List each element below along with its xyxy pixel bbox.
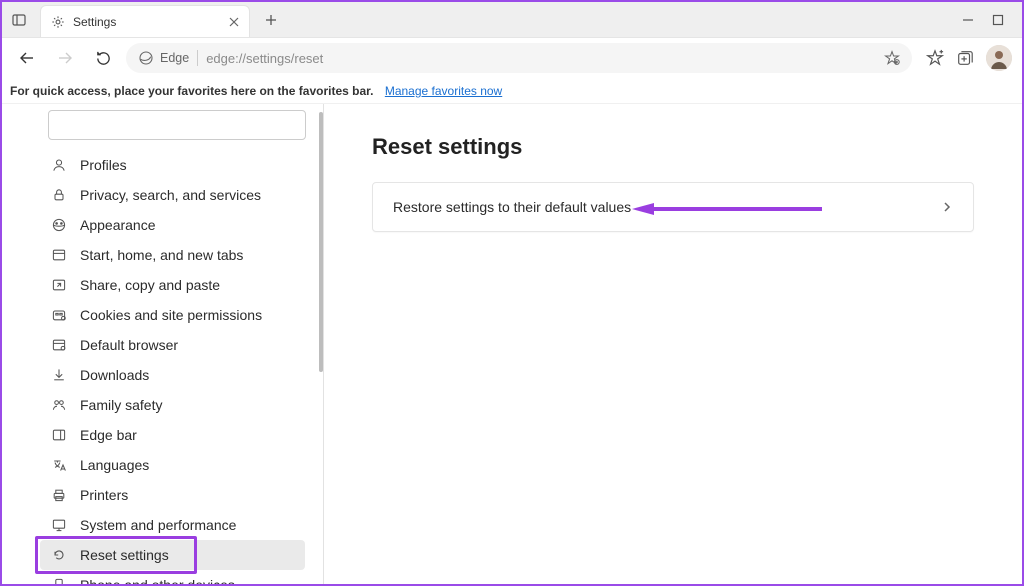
cookie-icon	[50, 306, 68, 324]
restore-defaults-label: Restore settings to their default values	[393, 199, 631, 215]
sidebar-item-label: Edge bar	[80, 427, 137, 443]
appearance-icon	[50, 216, 68, 234]
minimize-button[interactable]	[962, 14, 974, 26]
settings-nav-list: Profiles Privacy, search, and services App…	[40, 150, 305, 586]
browser-tab[interactable]: Settings	[40, 5, 250, 37]
tab-strip: Settings	[2, 2, 1022, 38]
phone-icon	[50, 576, 68, 586]
lock-icon	[50, 186, 68, 204]
sidebar-item-label: Profiles	[80, 157, 127, 173]
sidebar-scrollbar[interactable]	[319, 112, 323, 372]
favorites-icon[interactable]	[926, 49, 944, 67]
toolbar: Edge edge://settings/reset	[2, 38, 1022, 78]
profile-avatar[interactable]	[986, 45, 1012, 71]
settings-main: Reset settings Restore settings to their…	[324, 104, 1022, 584]
content-area: Profiles Privacy, search, and services App…	[2, 104, 1022, 584]
close-icon[interactable]	[229, 17, 239, 27]
restore-defaults-card[interactable]: Restore settings to their default values	[372, 182, 974, 232]
printer-icon	[50, 486, 68, 504]
address-url: edge://settings/reset	[206, 51, 876, 66]
sidebar-item-label: Default browser	[80, 337, 178, 353]
sidebar-item-profiles[interactable]: Profiles	[40, 150, 305, 180]
reset-icon	[50, 546, 68, 564]
toolbar-actions	[920, 45, 1012, 71]
sidebar-item-label: Family safety	[80, 397, 162, 413]
sidebar-item-label: Phone and other devices	[80, 577, 235, 586]
tab-actions-button[interactable]	[2, 3, 36, 37]
sidebar-item-downloads[interactable]: Downloads	[40, 360, 305, 390]
tab-icon	[50, 246, 68, 264]
sidebar-item-label: Printers	[80, 487, 128, 503]
download-icon	[50, 366, 68, 384]
sidebar-item-edge-bar[interactable]: Edge bar	[40, 420, 305, 450]
sidebar-item-start-home-and-new-tabs[interactable]: Start, home, and new tabs	[40, 240, 305, 270]
new-tab-button[interactable]	[254, 3, 288, 37]
sidebar-item-printers[interactable]: Printers	[40, 480, 305, 510]
back-button[interactable]	[12, 43, 42, 73]
site-identity[interactable]: Edge	[138, 50, 198, 66]
collections-icon[interactable]	[956, 49, 974, 67]
gear-icon	[51, 15, 65, 29]
favorites-bar: For quick access, place your favorites h…	[2, 78, 1022, 104]
sidebar-item-privacy-search-and-services[interactable]: Privacy, search, and services	[40, 180, 305, 210]
settings-sidebar: Profiles Privacy, search, and services App…	[2, 104, 324, 584]
site-identity-label: Edge	[160, 51, 189, 65]
sidebar-item-cookies-and-site-permissions[interactable]: Cookies and site permissions	[40, 300, 305, 330]
chevron-right-icon	[941, 201, 953, 213]
profile-icon	[50, 156, 68, 174]
manage-favorites-link[interactable]: Manage favorites now	[385, 84, 502, 98]
browser-icon	[50, 336, 68, 354]
system-icon	[50, 516, 68, 534]
sidebar-item-share-copy-and-paste[interactable]: Share, copy and paste	[40, 270, 305, 300]
tab-title: Settings	[73, 15, 221, 29]
sidebar-item-label: Share, copy and paste	[80, 277, 220, 293]
page-title: Reset settings	[372, 134, 974, 160]
sidebar-item-default-browser[interactable]: Default browser	[40, 330, 305, 360]
sidebar-item-label: Reset settings	[80, 547, 169, 563]
share-icon	[50, 276, 68, 294]
sidebar-item-system-and-performance[interactable]: System and performance	[40, 510, 305, 540]
sidebar-item-languages[interactable]: Languages	[40, 450, 305, 480]
edge-logo-icon	[138, 50, 154, 66]
sidebar-item-label: Privacy, search, and services	[80, 187, 261, 203]
sidebar-item-label: Downloads	[80, 367, 149, 383]
sidebar-item-reset-settings[interactable]: Reset settings	[40, 540, 305, 570]
favorites-bar-hint: For quick access, place your favorites h…	[10, 84, 373, 98]
address-bar[interactable]: Edge edge://settings/reset	[126, 43, 912, 73]
reading-mode-icon[interactable]	[884, 50, 900, 66]
sidebar-item-phone-and-other-devices[interactable]: Phone and other devices	[40, 570, 305, 586]
sidebar-item-family-safety[interactable]: Family safety	[40, 390, 305, 420]
settings-search-input[interactable]	[48, 110, 306, 140]
family-icon	[50, 396, 68, 414]
sidebar-item-label: Languages	[80, 457, 149, 473]
maximize-button[interactable]	[992, 14, 1004, 26]
refresh-button[interactable]	[88, 43, 118, 73]
forward-button[interactable]	[50, 43, 80, 73]
sidebar-item-label: Start, home, and new tabs	[80, 247, 243, 263]
sidebar-item-appearance[interactable]: Appearance	[40, 210, 305, 240]
edgebar-icon	[50, 426, 68, 444]
sidebar-item-label: Appearance	[80, 217, 156, 233]
sidebar-item-label: Cookies and site permissions	[80, 307, 262, 323]
sidebar-item-label: System and performance	[80, 517, 236, 533]
browser-window: Settings Edge	[0, 0, 1024, 586]
languages-icon	[50, 456, 68, 474]
window-controls	[962, 2, 1018, 38]
